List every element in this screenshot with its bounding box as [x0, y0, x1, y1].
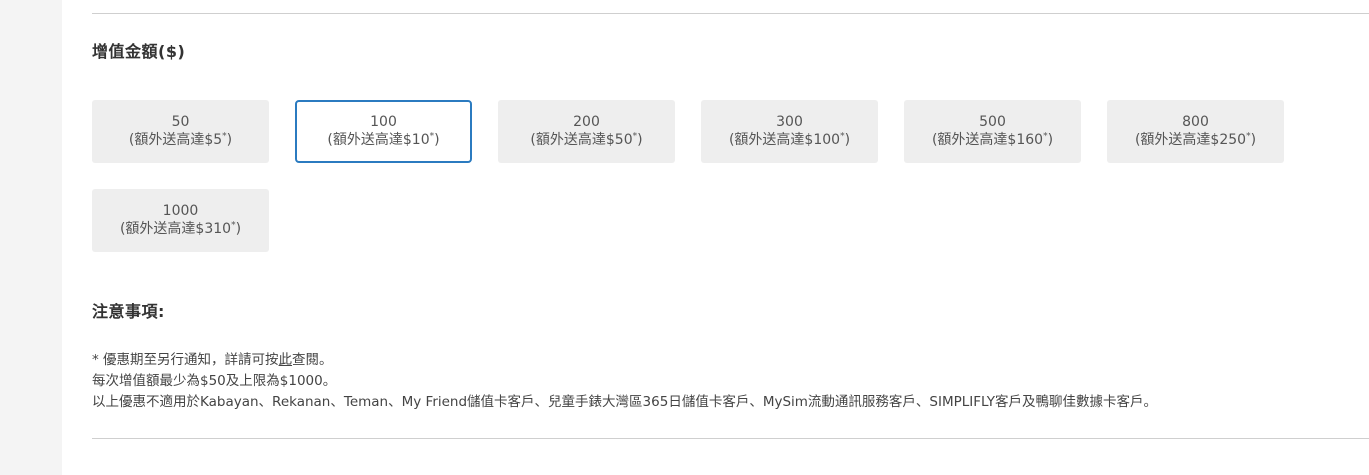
bottom-divider	[92, 438, 1369, 439]
amount-option-800[interactable]: 800 (額外送高達$250*)	[1107, 100, 1284, 163]
amount-bonus: (額外送高達$250*)	[1134, 131, 1257, 148]
top-divider	[92, 13, 1369, 14]
amount-value: 50	[171, 114, 190, 130]
amount-option-50[interactable]: 50 (額外送高達$5*)	[92, 100, 269, 163]
amount-option-500[interactable]: 500 (額外送高達$160*)	[904, 100, 1081, 163]
note-line-exclusions: 以上優惠不適用於Kabayan、Rekanan、Teman、My Friend儲…	[92, 394, 1158, 410]
amount-option-1000[interactable]: 1000 (額外送高達$310*)	[92, 189, 269, 252]
amount-value: 500	[979, 114, 1006, 130]
note-line-promo-period: * 優惠期至另行通知，詳請可按此查閱。	[92, 352, 333, 368]
amount-bonus: (額外送高達$160*)	[931, 131, 1054, 148]
note-line-limits: 每次增值額最少為$50及上限為$1000。	[92, 373, 337, 389]
amount-bonus: (額外送高達$5*)	[128, 131, 233, 148]
amount-value: 100	[370, 114, 397, 130]
amount-option-100[interactable]: 100 (額外送高達$10*)	[295, 100, 472, 163]
amount-value: 1000	[162, 203, 199, 219]
top-up-panel: 增值金額($) 50 (額外送高達$5*) 100 (額外送高達$10*) 20…	[62, 0, 1369, 475]
details-link[interactable]: 此	[279, 352, 293, 368]
amount-value: 200	[573, 114, 600, 130]
amount-value: 800	[1182, 114, 1209, 130]
notes-list: * 優惠期至另行通知，詳請可按此查閱。 每次增值額最少為$50及上限為$1000…	[92, 350, 1157, 413]
amount-value: 300	[776, 114, 803, 130]
amount-section-title: 增值金額($)	[92, 42, 186, 61]
notes-title: 注意事項:	[92, 302, 165, 321]
amount-bonus: (額外送高達$50*)	[530, 131, 643, 148]
amount-bonus: (額外送高達$310*)	[119, 220, 242, 237]
amount-bonus: (額外送高達$10*)	[327, 131, 440, 148]
amount-option-300[interactable]: 300 (額外送高達$100*)	[701, 100, 878, 163]
amount-bonus: (額外送高達$100*)	[728, 131, 851, 148]
amount-option-200[interactable]: 200 (額外送高達$50*)	[498, 100, 675, 163]
